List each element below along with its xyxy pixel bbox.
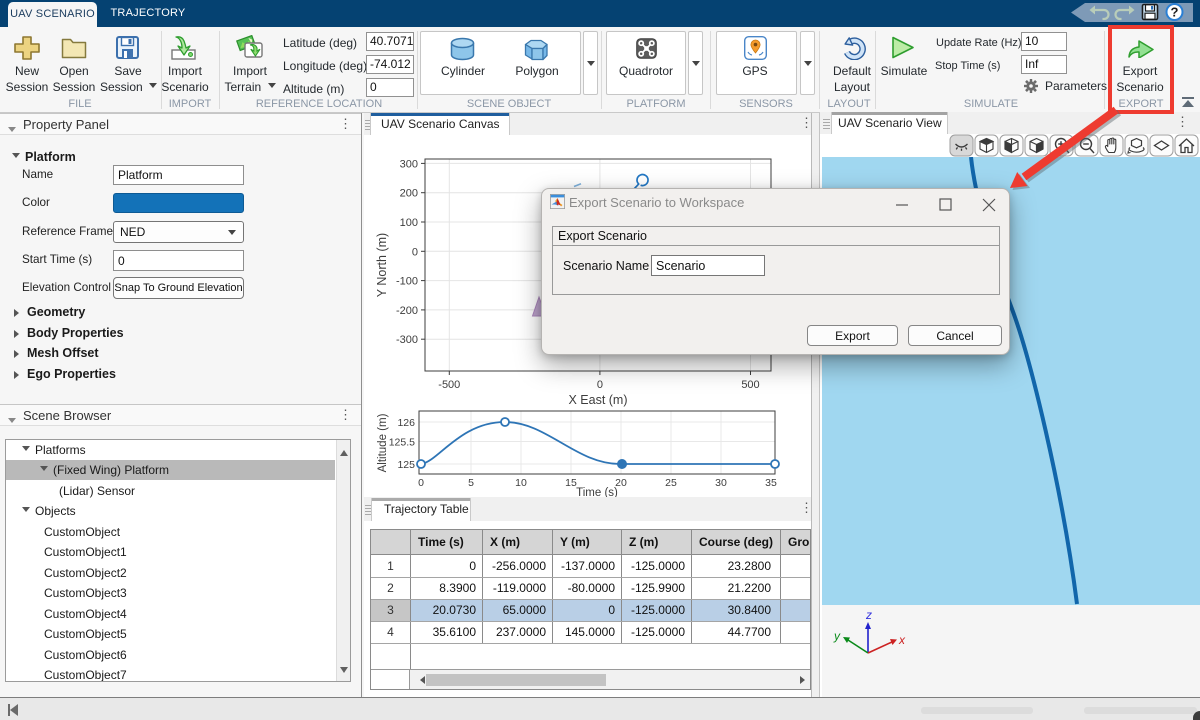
- svg-text:Time (s): Time (s): [576, 487, 618, 497]
- svg-text:-200: -200: [396, 305, 418, 317]
- svg-text:z: z: [865, 608, 872, 622]
- svg-text:500: 500: [741, 379, 759, 391]
- svg-text:X East (m): X East (m): [568, 393, 627, 407]
- svg-text:126: 126: [397, 417, 415, 429]
- svg-text:10: 10: [515, 477, 527, 489]
- svg-text:5: 5: [468, 477, 474, 489]
- svg-text:Y North (m): Y North (m): [375, 233, 389, 297]
- svg-text:y: y: [833, 629, 841, 643]
- svg-text:x: x: [898, 633, 906, 647]
- svg-text:30: 30: [715, 477, 727, 489]
- svg-text:0: 0: [418, 477, 424, 489]
- svg-text:?: ?: [1171, 5, 1179, 20]
- svg-text:0: 0: [412, 246, 418, 258]
- svg-text:-300: -300: [396, 334, 418, 346]
- svg-text:100: 100: [400, 217, 418, 229]
- svg-text:300: 300: [400, 158, 418, 170]
- svg-text:-500: -500: [438, 379, 460, 391]
- svg-text:25: 25: [665, 477, 677, 489]
- svg-text:125: 125: [397, 459, 415, 471]
- svg-text:-100: -100: [396, 276, 418, 288]
- svg-text:0: 0: [597, 379, 603, 391]
- svg-text:125.5: 125.5: [389, 437, 415, 449]
- svg-text:Altitude (m): Altitude (m): [377, 413, 389, 472]
- svg-text:200: 200: [400, 188, 418, 200]
- svg-text:35: 35: [765, 477, 777, 489]
